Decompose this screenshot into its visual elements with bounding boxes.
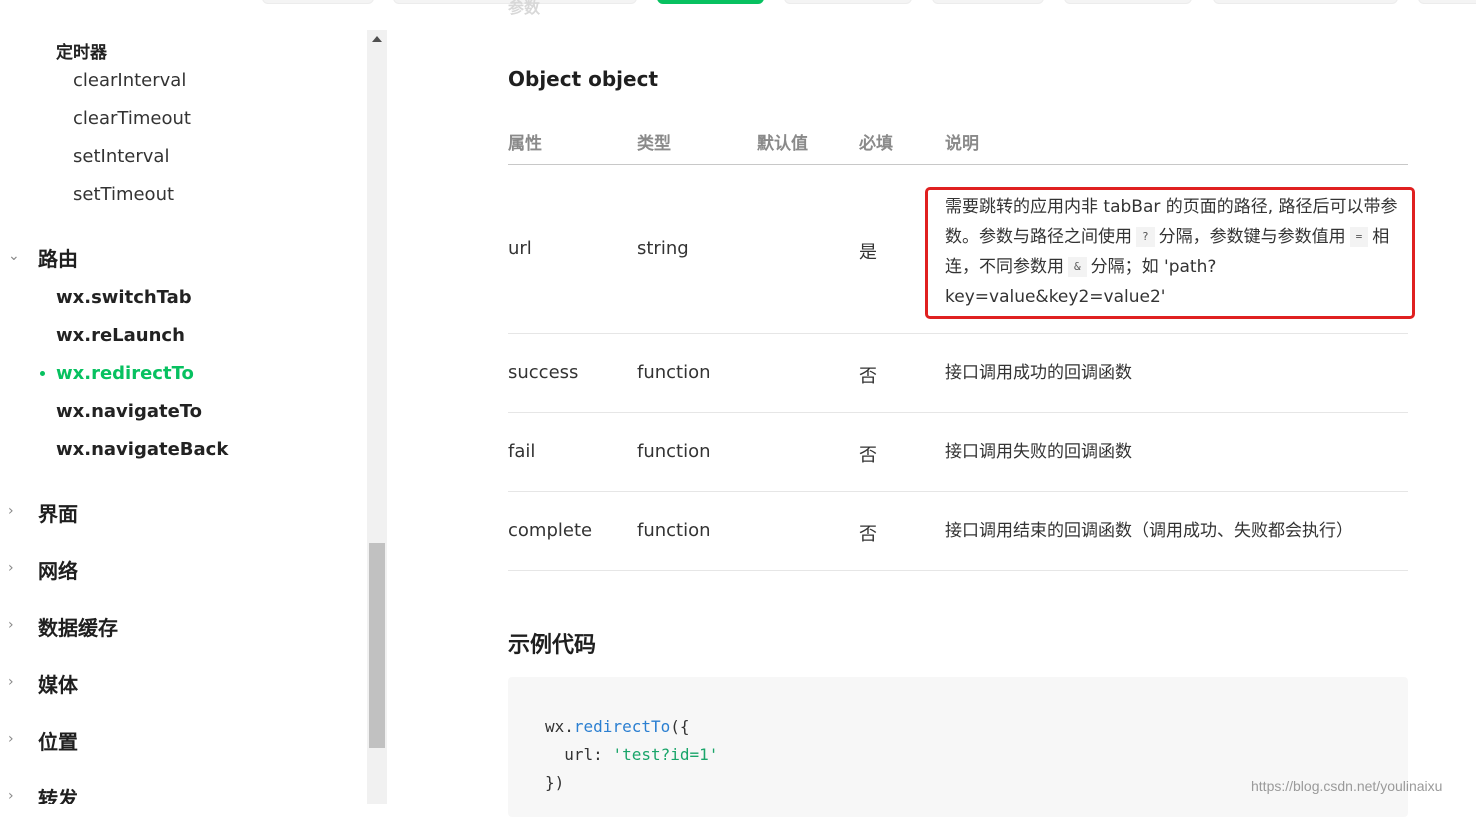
top-tab-strip: 参数	[0, 0, 1476, 30]
row-divider	[508, 570, 1408, 571]
top-tab-active[interactable]	[657, 0, 764, 4]
cell-required-fail: 否	[859, 445, 877, 466]
cell-desc-success: 接口调用成功的回调函数	[945, 363, 1132, 383]
main-content: Object object 属性 类型 默认值 必填 说明 url string…	[387, 30, 1476, 817]
code-line-2: url: 'test?id=1'	[545, 745, 718, 764]
sidebar-item-clearinterval[interactable]: clearInterval	[73, 70, 186, 91]
cell-type-fail: function	[637, 441, 711, 462]
code-line-1: wx.redirectTo({	[545, 717, 690, 736]
table-header-type: 类型	[637, 134, 671, 154]
chevron-right-icon: ›	[8, 560, 14, 576]
code-token-punct: ({	[670, 717, 690, 736]
chevron-down-icon: ⌄	[8, 248, 20, 264]
sidebar-group-label: 媒体	[38, 673, 78, 697]
code-token-key: url:	[545, 745, 613, 764]
table-header-description: 说明	[945, 134, 979, 154]
cell-type-success: function	[637, 362, 711, 383]
code-token-obj: wx.	[545, 717, 574, 736]
row-divider	[508, 333, 1408, 334]
sidebar-group-storage[interactable]: › 数据缓存	[0, 609, 367, 645]
top-tab[interactable]	[262, 0, 374, 4]
sidebar-group-location[interactable]: › 位置	[0, 723, 367, 759]
section-heading-cut: 参数	[508, 0, 541, 17]
sidebar-nav: 定时器 clearInterval clearTimeout setInterv…	[0, 30, 387, 804]
top-tab[interactable]	[784, 0, 912, 4]
sidebar-scrollbar[interactable]	[367, 30, 387, 804]
sidebar-group-label: 数据缓存	[38, 616, 118, 640]
cell-desc-fail: 接口调用失败的回调函数	[945, 442, 1132, 462]
scrollbar-thumb[interactable]	[369, 543, 385, 748]
watermark-text: https://blog.csdn.net/youlinaixu	[1251, 778, 1443, 794]
sidebar-group-media[interactable]: › 媒体	[0, 666, 367, 702]
chevron-right-icon: ›	[8, 731, 14, 747]
sidebar-item-relaunch[interactable]: wx.reLaunch	[56, 325, 185, 346]
example-code-heading: 示例代码	[508, 633, 597, 658]
code-token-string: 'test?id=1'	[612, 745, 719, 764]
cell-required-complete: 否	[859, 524, 877, 545]
top-tab[interactable]	[1418, 0, 1476, 4]
sidebar-item-settimeout[interactable]: setTimeout	[73, 184, 174, 205]
table-header-property: 属性	[508, 134, 542, 154]
cell-name-complete: complete	[508, 520, 593, 541]
sidebar-group-label: 界面	[38, 502, 78, 526]
sidebar-group-forward[interactable]: › 转发	[0, 780, 367, 804]
sidebar-group-label: 位置	[38, 730, 78, 754]
highlight-annotation-box	[925, 187, 1415, 319]
table-header-default: 默认值	[757, 134, 808, 154]
cell-required-url: 是	[859, 242, 877, 263]
cell-required-success: 否	[859, 366, 877, 387]
sidebar-subgroup-timer[interactable]: 定时器	[56, 38, 107, 63]
chevron-right-icon: ›	[8, 503, 14, 519]
sidebar-group-label: 网络	[38, 559, 78, 583]
sidebar-group-label: 转发	[38, 787, 78, 804]
sidebar-group-ui[interactable]: › 界面	[0, 495, 367, 531]
code-block[interactable]: wx.redirectTo({ url: 'test?id=1' })	[508, 677, 1408, 817]
cell-name-url: url	[508, 238, 532, 259]
code-line-3: })	[545, 773, 565, 792]
sidebar-item-setinterval[interactable]: setInterval	[73, 146, 169, 167]
row-divider	[508, 491, 1408, 492]
top-tab[interactable]	[1213, 0, 1398, 4]
cell-type-url: string	[637, 238, 689, 259]
sidebar-item-cleartimeout[interactable]: clearTimeout	[73, 108, 191, 129]
cell-name-success: success	[508, 362, 579, 383]
sidebar-item-redirectto[interactable]: wx.redirectTo	[56, 363, 194, 384]
top-tab[interactable]	[1064, 0, 1192, 4]
sidebar-item-navigateto[interactable]: wx.navigateTo	[56, 401, 202, 422]
sidebar-group-label: 路由	[38, 247, 78, 271]
sidebar-item-switchtab[interactable]: wx.switchTab	[56, 287, 192, 308]
cell-name-fail: fail	[508, 441, 536, 462]
scroll-up-arrow-icon[interactable]	[372, 36, 382, 42]
active-indicator-dot	[40, 371, 45, 376]
cell-desc-complete: 接口调用结束的回调函数（调用成功、失败都会执行）	[945, 521, 1353, 541]
row-divider	[508, 412, 1408, 413]
table-header-divider	[508, 164, 1408, 165]
code-token-fn: redirectTo	[573, 717, 671, 736]
chevron-right-icon: ›	[8, 617, 14, 633]
table-header-required: 必填	[859, 134, 893, 154]
top-tab[interactable]	[932, 0, 1044, 4]
sidebar-group-network[interactable]: › 网络	[0, 552, 367, 588]
cell-type-complete: function	[637, 520, 711, 541]
object-heading: Object object	[508, 67, 659, 91]
chevron-right-icon: ›	[8, 788, 14, 804]
chevron-right-icon: ›	[8, 674, 14, 690]
sidebar-group-routing[interactable]: ⌄ 路由	[0, 240, 367, 276]
sidebar-item-navigateback[interactable]: wx.navigateBack	[56, 439, 228, 460]
